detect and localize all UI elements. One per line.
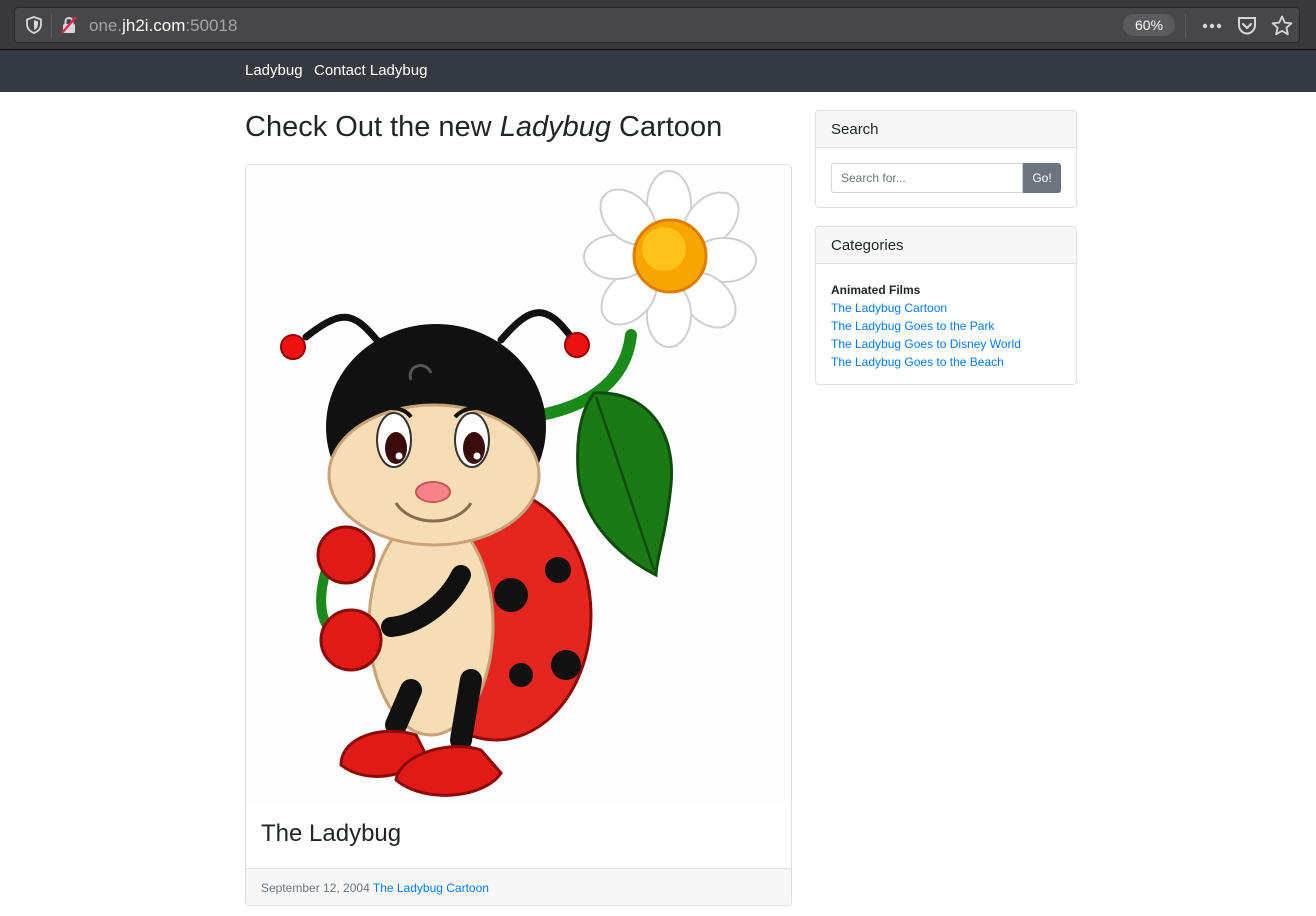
browser-toolbar: one.jh2i.com:50018 60% xyxy=(0,0,1316,50)
title-end: Cartoon xyxy=(610,111,723,143)
post-title: The Ladybug xyxy=(261,820,402,847)
search-widget: Search Go! xyxy=(815,110,1077,208)
url-host: jh2i.com xyxy=(122,16,186,35)
url-port: :50018 xyxy=(185,16,238,35)
search-input[interactable] xyxy=(831,163,1023,193)
page-actions-icon[interactable] xyxy=(1200,14,1224,38)
pocket-icon[interactable] xyxy=(1235,14,1259,38)
category-link[interactable]: The Ladybug Goes to the Park xyxy=(831,317,1021,335)
category-group-heading: Animated Films xyxy=(831,283,921,297)
bookmark-star-icon[interactable] xyxy=(1270,14,1294,38)
search-widget-header: Search xyxy=(816,111,1076,148)
categories-list: Animated Films The Ladybug Cartoon The L… xyxy=(831,281,1021,371)
categories-widget: Categories Animated Films The Ladybug Ca… xyxy=(815,226,1077,385)
nav-contact-link[interactable]: Contact Ladybug xyxy=(314,62,427,79)
post-category-link[interactable]: The Ladybug Cartoon xyxy=(373,881,489,895)
site-navbar: Ladybug Contact Ladybug xyxy=(0,50,1316,92)
title-emphasis: Ladybug xyxy=(499,111,611,143)
divider xyxy=(51,14,52,38)
address-bar[interactable]: one.jh2i.com:50018 60% xyxy=(14,7,1300,43)
url-prefix: one. xyxy=(89,16,123,35)
category-link[interactable]: The Ladybug Goes to the Beach xyxy=(831,353,1021,371)
categories-widget-header: Categories xyxy=(816,227,1076,264)
post-footer: September 12, 2004 The Ladybug Cartoon xyxy=(246,868,791,905)
nav-brand-link[interactable]: Ladybug xyxy=(245,62,303,79)
page-title: Check Out the new Ladybug Cartoon xyxy=(245,111,722,144)
title-start: Check Out the new xyxy=(245,111,500,143)
ladybug-image xyxy=(246,165,791,805)
insecure-lock-icon[interactable] xyxy=(59,15,79,35)
category-link[interactable]: The Ladybug Goes to Disney World xyxy=(831,335,1021,353)
divider xyxy=(1185,14,1186,38)
url-text[interactable]: one.jh2i.com:50018 xyxy=(89,16,237,36)
zoom-indicator[interactable]: 60% xyxy=(1123,14,1176,36)
tracking-shield-icon[interactable] xyxy=(25,16,43,34)
search-go-button[interactable]: Go! xyxy=(1023,163,1061,193)
post-date: September 12, 2004 xyxy=(261,881,370,895)
post-card: The Ladybug September 12, 2004 The Ladyb… xyxy=(245,164,792,906)
category-link[interactable]: The Ladybug Cartoon xyxy=(831,299,1021,317)
